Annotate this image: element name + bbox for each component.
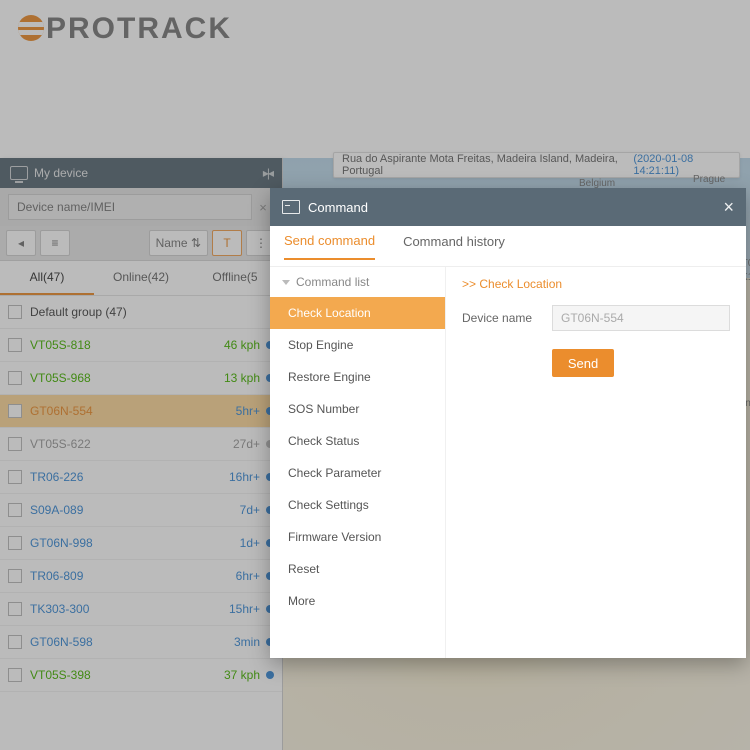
command-detail: >> Check Location Device name Send bbox=[446, 267, 746, 658]
command-item[interactable]: SOS Number bbox=[270, 393, 445, 425]
command-item[interactable]: Check Location bbox=[270, 297, 445, 329]
modal-body: Command list Check LocationStop EngineRe… bbox=[270, 267, 746, 658]
modal-title: Command bbox=[308, 200, 368, 215]
device-name-row: Device name bbox=[462, 305, 730, 331]
command-crumb: >> Check Location bbox=[462, 277, 730, 291]
command-list-header[interactable]: Command list bbox=[270, 267, 445, 297]
close-icon[interactable]: × bbox=[723, 197, 734, 218]
modal-header: Command × bbox=[270, 188, 746, 226]
tab-send-command[interactable]: Send command bbox=[284, 233, 375, 260]
device-name-field[interactable] bbox=[552, 305, 730, 331]
command-icon bbox=[282, 200, 300, 214]
send-button[interactable]: Send bbox=[552, 349, 614, 377]
command-item[interactable]: More bbox=[270, 585, 445, 617]
command-list: Command list Check LocationStop EngineRe… bbox=[270, 267, 446, 658]
command-item[interactable]: Firmware Version bbox=[270, 521, 445, 553]
modal-tabs: Send command Command history bbox=[270, 226, 746, 267]
device-name-label: Device name bbox=[462, 311, 542, 325]
tab-command-history[interactable]: Command history bbox=[403, 234, 505, 259]
command-item[interactable]: Check Status bbox=[270, 425, 445, 457]
command-item[interactable]: Check Settings bbox=[270, 489, 445, 521]
command-item[interactable]: Check Parameter bbox=[270, 457, 445, 489]
command-modal: Command × Send command Command history C… bbox=[270, 188, 746, 658]
command-item[interactable]: Restore Engine bbox=[270, 361, 445, 393]
command-item[interactable]: Stop Engine bbox=[270, 329, 445, 361]
command-item[interactable]: Reset bbox=[270, 553, 445, 585]
